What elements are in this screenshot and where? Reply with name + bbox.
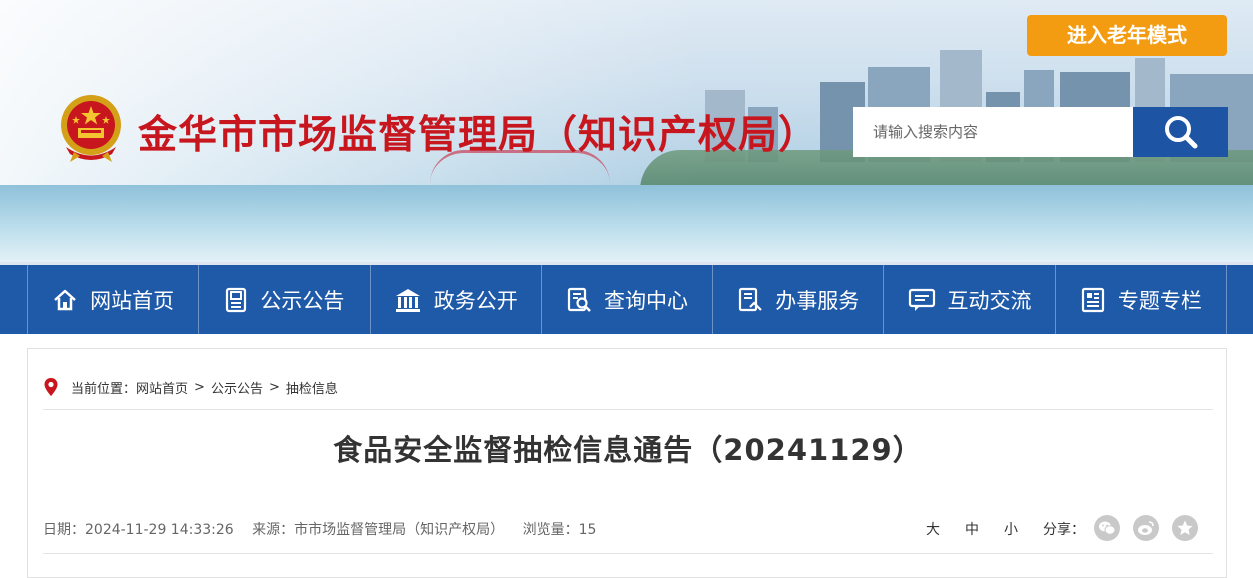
breadcrumb: 当前位置： 网站首页 > 公示公告 > 抽检信息 — [43, 377, 338, 397]
notice-icon — [226, 287, 247, 312]
font-size-switcher: 大 中 小 — [926, 519, 1043, 539]
chat-icon — [908, 288, 935, 311]
divider — [43, 409, 1213, 410]
breadcrumb-separator: > — [268, 379, 280, 395]
search-button[interactable] — [1133, 107, 1228, 157]
font-size-large-button[interactable]: 大 — [926, 519, 965, 539]
article-date: 日期：2024-11-29 14:33:26 — [43, 522, 234, 538]
nav-item-services[interactable]: 办事服务 — [712, 265, 883, 334]
site-title: 金华市市场监督管理局（知识产权局） — [138, 113, 819, 158]
share-favorite-button[interactable] — [1172, 515, 1198, 541]
banner-water — [0, 185, 1253, 262]
nav-item-notices[interactable]: 公示公告 — [198, 265, 369, 334]
divider — [43, 553, 1213, 554]
nav-item-label: 网站首页 — [90, 288, 175, 313]
font-size-medium-button[interactable]: 中 — [965, 519, 1004, 539]
nav-item-query[interactable]: 查询中心 — [540, 265, 712, 334]
location-pin-icon — [44, 378, 58, 396]
nav-item-government[interactable]: 政务公开 — [369, 265, 541, 334]
national-emblem-icon — [61, 95, 121, 162]
nav-item-interaction[interactable]: 互动交流 — [883, 265, 1054, 334]
article-container: 当前位置： 网站首页 > 公示公告 > 抽检信息 食品安全监督抽检信息通告（20… — [27, 348, 1227, 578]
nav-item-columns[interactable]: 专题专栏 — [1054, 265, 1227, 334]
weibo-icon — [1138, 521, 1154, 535]
nav-item-label: 专题专栏 — [1117, 288, 1202, 313]
share-label: 分享： — [1043, 522, 1085, 538]
nav-item-label: 互动交流 — [947, 288, 1032, 313]
breadcrumb-separator: > — [194, 379, 205, 395]
article-source: 来源：市市场监督管理局（知识产权局） — [252, 522, 505, 538]
font-size-small-button[interactable]: 小 — [1004, 519, 1043, 539]
nav-item-home[interactable]: 网站首页 — [27, 265, 198, 334]
wechat-icon — [1099, 521, 1116, 535]
column-icon — [1081, 287, 1104, 312]
article-meta: 日期：2024-11-29 14:33:26 来源：市市场监督管理局（知识产权局… — [43, 519, 610, 539]
favorite-icon — [1177, 520, 1193, 535]
service-icon — [739, 287, 763, 311]
share-wechat-button[interactable] — [1094, 515, 1120, 541]
breadcrumb-link-notices[interactable]: 公示公告 — [211, 378, 263, 397]
nav-item-label: 公示公告 — [260, 288, 345, 313]
article-views: 浏览量：15 — [522, 522, 597, 538]
breadcrumb-link-inspection[interactable]: 抽检信息 — [286, 378, 338, 397]
search-input[interactable] — [853, 107, 1133, 157]
elder-mode-button[interactable]: 进入老年模式 — [1027, 15, 1227, 56]
article-title: 食品安全监督抽检信息通告（20241129） — [333, 433, 923, 467]
share-weibo-button[interactable] — [1133, 515, 1159, 541]
nav-item-label: 办事服务 — [775, 288, 860, 313]
query-icon — [567, 287, 591, 312]
nav-item-label: 查询中心 — [603, 288, 688, 313]
home-icon — [54, 289, 76, 310]
search-icon — [1164, 116, 1197, 149]
main-nav: 网站首页 公示公告 政务公开 查询中心 办事服务 互动交流 专题专栏 — [0, 262, 1253, 334]
breadcrumb-prefix: 当前位置： — [71, 381, 137, 397]
nav-item-label: 政务公开 — [433, 288, 518, 313]
government-building-icon — [395, 288, 420, 312]
breadcrumb-link-home[interactable]: 网站首页 — [136, 378, 188, 397]
